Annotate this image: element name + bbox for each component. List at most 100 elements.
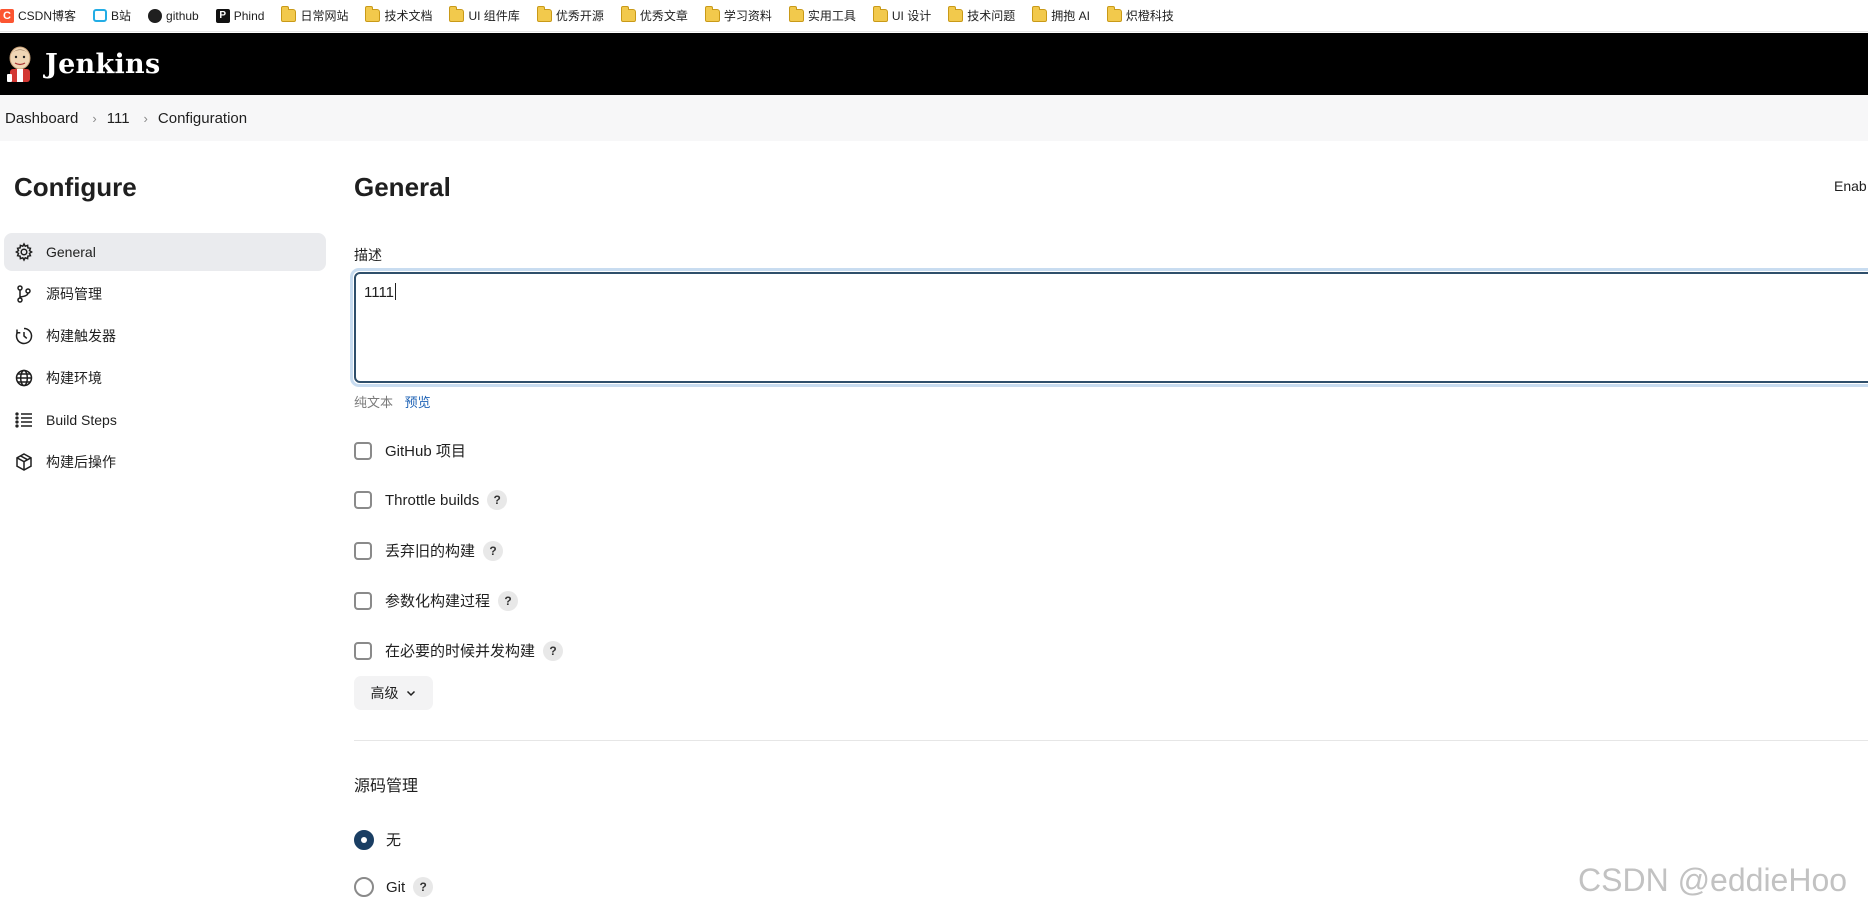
folder-icon (365, 6, 381, 22)
option-label: 参数化构建过程 (385, 593, 491, 610)
bookmark-folder-opensource[interactable]: 优秀开源 (536, 5, 604, 27)
section-divider (354, 740, 1868, 741)
advanced-button[interactable]: 高级 (354, 676, 433, 710)
chevron-right-icon: › (92, 110, 97, 126)
config-sidebar: General 源码管理 构建触发器 构建环境 Build Steps 构建后操… (4, 233, 326, 485)
bookmarks-bar: C CSDN博客 B站 github P Phind 日常网站 技术文档 UI 组件… (0, 0, 1868, 32)
app-header: Jenkins (0, 33, 1868, 95)
bookmark-phind[interactable]: P Phind (215, 5, 264, 27)
csdn-icon: C (0, 8, 14, 23)
bookmark-github[interactable]: github (148, 5, 199, 27)
sidebar-item-build-steps[interactable]: Build Steps (4, 401, 326, 439)
scm-option-git[interactable]: Git ? (354, 877, 434, 897)
sidebar-item-general[interactable]: General (4, 233, 326, 271)
option-github-project[interactable]: GitHub 项目 (354, 440, 466, 461)
sidebar-item-scm[interactable]: 源码管理 (4, 275, 326, 313)
list-icon (15, 412, 32, 428)
concurrent-builds-checkbox[interactable] (354, 641, 372, 660)
bookmark-folder-company[interactable]: 炽橙科技 (1106, 5, 1174, 27)
sidebar-item-label: 构建触发器 (46, 328, 116, 344)
bookmark-folder-daily[interactable]: 日常网站 (281, 5, 348, 27)
chevron-down-icon (406, 690, 415, 697)
watermark: CSDN @eddieHoo (1578, 862, 1848, 898)
description-textarea[interactable]: 1111 (354, 272, 1868, 383)
sidebar-item-environment[interactable]: 构建环境 (4, 359, 326, 397)
scm-git-radio[interactable] (354, 877, 374, 897)
plain-text-label: 纯文本 (354, 395, 394, 410)
help-icon[interactable]: ? (498, 590, 519, 611)
folder-icon (704, 6, 720, 22)
description-format-links: 纯文本 预览 (354, 392, 431, 411)
branch-icon (17, 285, 31, 303)
description-field-focus-ring: 1111 (350, 268, 1868, 387)
option-label: Throttle builds (385, 491, 480, 509)
option-throttle-builds[interactable]: Throttle builds ? (354, 490, 508, 510)
bookmark-folder-tech-issues[interactable]: 技术问题 (948, 5, 1015, 27)
folder-icon (788, 6, 804, 22)
bookmark-csdn[interactable]: C CSDN博客 (0, 5, 76, 27)
enable-toggle-label[interactable]: Enab (1834, 178, 1867, 194)
bookmark-folder-ui-lib[interactable]: UI 组件库 (449, 5, 520, 27)
scm-none-radio[interactable] (354, 829, 374, 850)
help-icon[interactable]: ? (483, 540, 504, 561)
folder-icon (281, 6, 297, 22)
scm-option-none[interactable]: 无 (354, 829, 401, 850)
bilibili-icon (93, 9, 108, 22)
sidebar-item-post-build[interactable]: 构建后操作 (4, 443, 326, 481)
preview-link[interactable]: 预览 (405, 395, 431, 410)
folder-icon (1106, 6, 1122, 22)
general-section-title: General (354, 172, 451, 202)
jenkins-brand[interactable]: Jenkins (45, 49, 160, 80)
option-discard-old-builds[interactable]: 丢弃旧的构建 ? (354, 540, 504, 561)
folder-icon (536, 6, 552, 22)
option-parameterized-build[interactable]: 参数化构建过程 ? (354, 590, 519, 611)
breadcrumb-configuration[interactable]: Configuration (158, 110, 247, 127)
globe-icon (15, 369, 33, 387)
bookmark-folder-learning[interactable]: 学习资料 (704, 5, 772, 27)
option-label: 丢弃旧的构建 (385, 543, 476, 560)
parameterized-build-checkbox[interactable] (354, 591, 372, 610)
text-caret (395, 283, 397, 300)
sidebar-item-label: 构建后操作 (46, 454, 116, 470)
folder-icon (948, 6, 964, 22)
package-icon (16, 453, 32, 471)
gear-icon (15, 242, 33, 262)
help-icon[interactable]: ? (543, 640, 564, 661)
phind-icon: P (215, 8, 230, 23)
chevron-right-icon: › (143, 110, 148, 126)
scm-section-title: 源码管理 (354, 778, 419, 795)
description-label: 描述 (354, 247, 382, 263)
sidebar-item-triggers[interactable]: 构建触发器 (4, 317, 326, 355)
option-label: 无 (386, 832, 402, 849)
sidebar-item-label: Build Steps (46, 412, 117, 428)
sidebar-item-label: General (46, 244, 96, 260)
github-project-checkbox[interactable] (354, 441, 372, 460)
bookmark-folder-ai[interactable]: 拥抱 AI (1032, 5, 1090, 27)
sidebar-item-label: 源码管理 (46, 286, 102, 302)
throttle-builds-checkbox[interactable] (354, 491, 372, 509)
breadcrumb-dashboard[interactable]: Dashboard (0, 110, 78, 127)
breadcrumb: Dashboard › 111 › Configuration (0, 95, 1868, 141)
bookmark-folder-articles[interactable]: 优秀文章 (620, 5, 688, 27)
help-icon[interactable]: ? (413, 877, 434, 897)
jenkins-logo-icon[interactable] (5, 44, 35, 84)
github-icon (148, 8, 163, 23)
sidebar-item-label: 构建环境 (46, 370, 102, 386)
bookmark-folder-ui-design[interactable]: UI 设计 (872, 5, 931, 27)
breadcrumb-job[interactable]: 111 (107, 110, 130, 127)
advanced-label: 高级 (370, 685, 399, 701)
folder-icon (1032, 6, 1048, 22)
folder-icon (872, 6, 888, 22)
configure-title: Configure (14, 172, 137, 202)
folder-icon (620, 6, 636, 22)
option-label: Git (386, 878, 406, 896)
discard-old-builds-checkbox[interactable] (354, 541, 372, 560)
folder-icon (449, 6, 465, 22)
option-concurrent-builds[interactable]: 在必要的时候并发构建 ? (354, 640, 564, 661)
help-icon[interactable]: ? (487, 490, 508, 510)
bookmark-bilibili[interactable]: B站 (93, 5, 131, 27)
bookmark-folder-tools[interactable]: 实用工具 (788, 5, 856, 27)
option-label: 在必要的时候并发构建 (385, 643, 536, 660)
clock-icon (15, 327, 33, 345)
bookmark-folder-docs[interactable]: 技术文档 (365, 5, 432, 27)
